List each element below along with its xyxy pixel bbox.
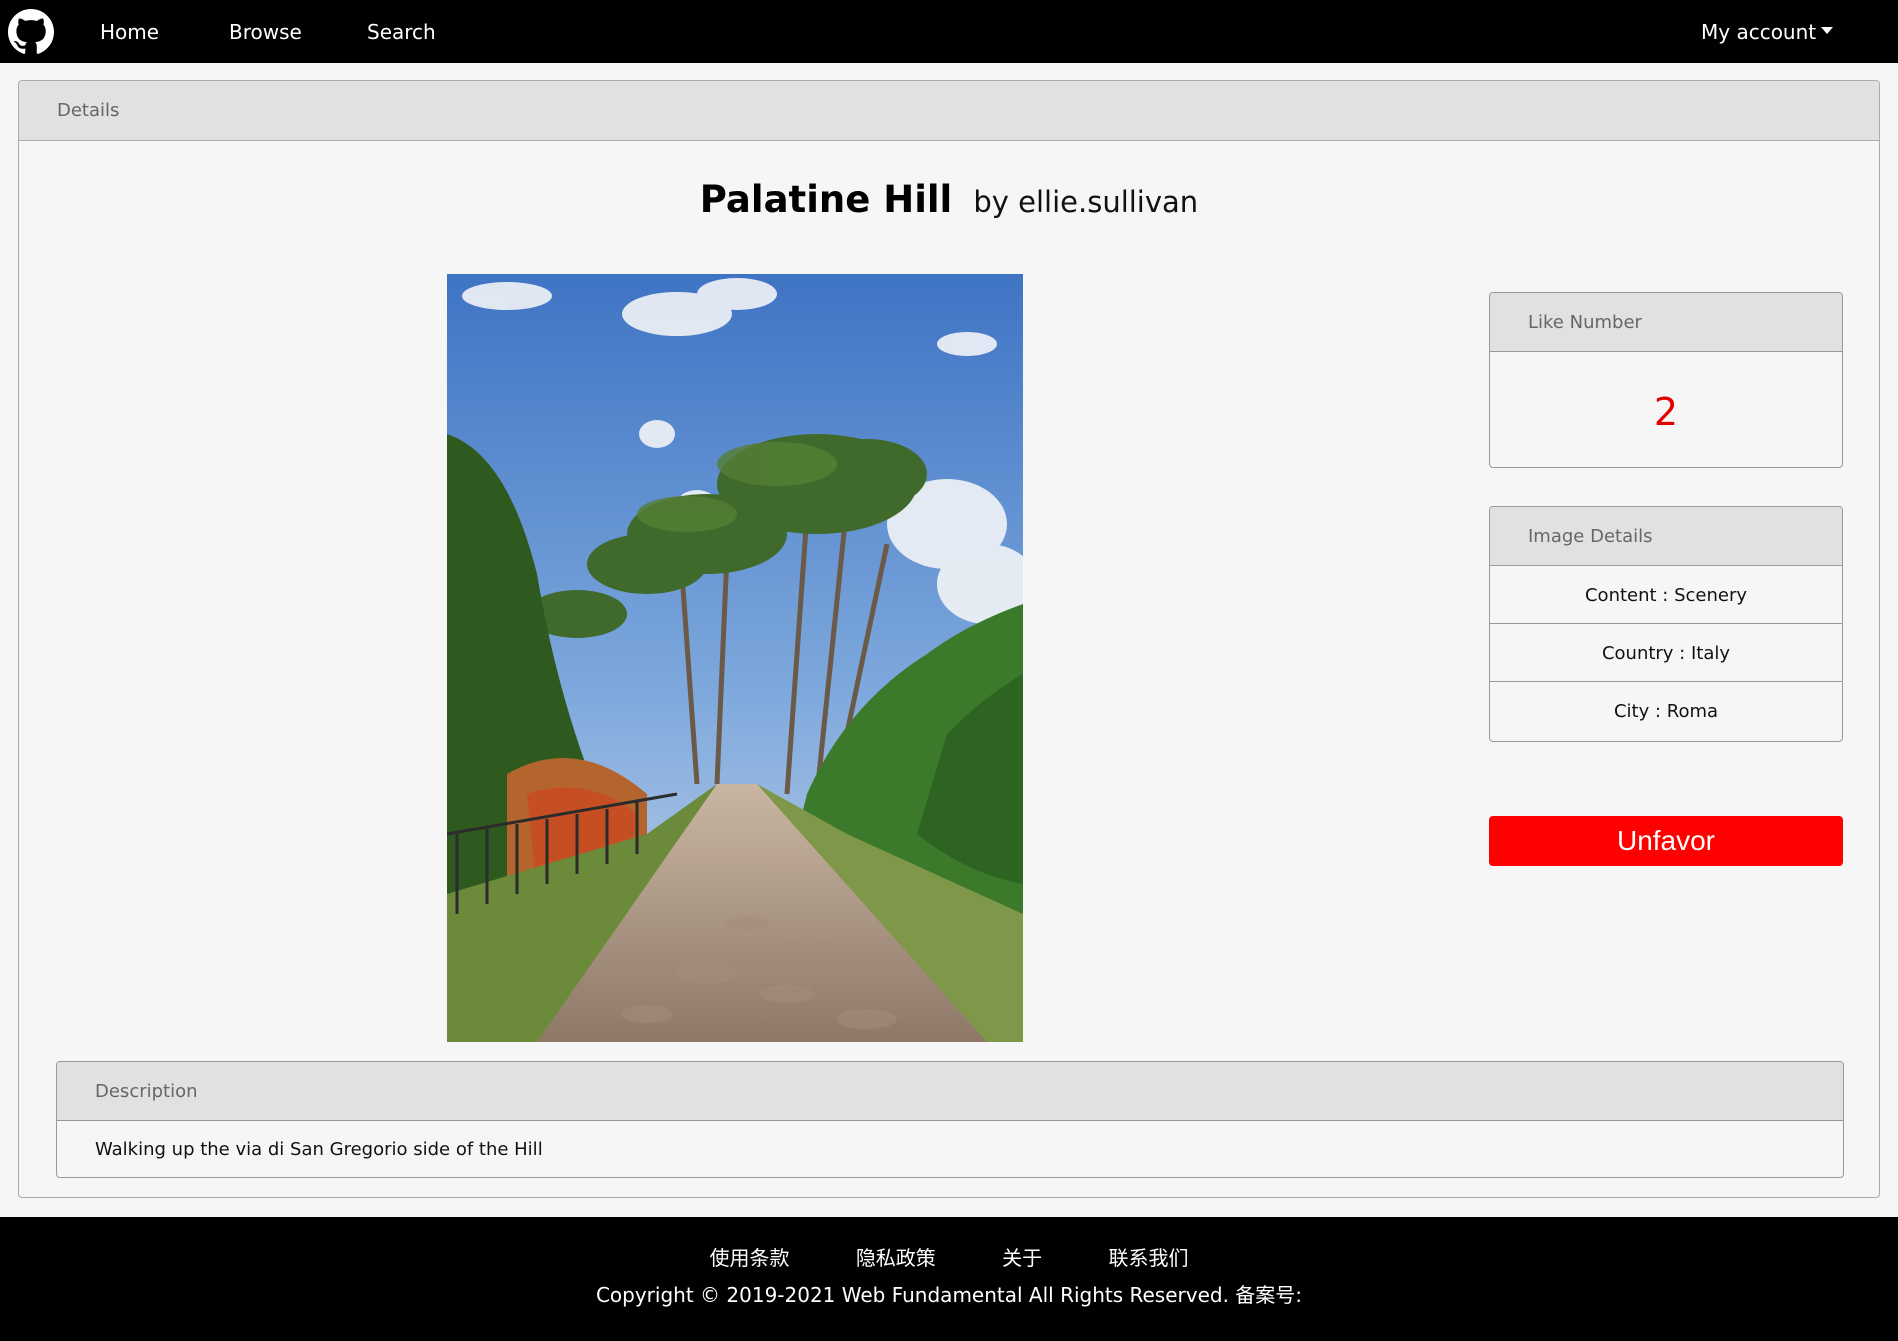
description-text: Walking up the via di San Gregorio side … — [95, 1139, 543, 1160]
landscape-photo — [447, 274, 1023, 1042]
detail-city: City : Roma — [1613, 701, 1719, 722]
image-details-header: Image Details — [1490, 507, 1842, 566]
nav-home-link[interactable]: Home — [100, 20, 159, 44]
caret-down-icon — [1821, 27, 1834, 34]
image-title: Palatine Hill — [699, 178, 953, 221]
details-card-header: Details — [19, 81, 1879, 141]
nav-browse-link[interactable]: Browse — [229, 20, 302, 44]
nav-search-link[interactable]: Search — [367, 20, 436, 44]
image-details-panel: Image Details Content : Scenery Country … — [1489, 506, 1843, 742]
description-header: Description — [57, 1062, 1843, 1121]
top-navbar: Home Browse Search My account — [0, 0, 1898, 63]
detail-content: Content : Scenery — [1490, 566, 1842, 624]
footer-link-privacy[interactable]: 隐私政策 — [856, 1246, 936, 1270]
footer-links: 使用条款 隐私政策 关于 联系我们 — [0, 1242, 1898, 1271]
my-account-dropdown[interactable]: My account — [1701, 20, 1834, 44]
title-row: Palatine Hill by ellie.sullivan — [19, 178, 1879, 221]
footer-link-about[interactable]: 关于 — [1002, 1246, 1042, 1270]
github-logo-icon[interactable] — [8, 9, 54, 55]
detail-country: Country : Italy — [1490, 624, 1842, 682]
footer-link-contact[interactable]: 联系我们 — [1109, 1246, 1189, 1270]
description-panel: Description Walking up the via di San Gr… — [56, 1061, 1844, 1178]
like-count: 2 — [1653, 390, 1679, 434]
unfavor-button[interactable]: Unfavor — [1489, 816, 1843, 866]
details-card: Details Palatine Hill by ellie.sullivan — [18, 80, 1880, 1198]
footer: 使用条款 隐私政策 关于 联系我们 Copyright © 2019-2021 … — [0, 1217, 1898, 1341]
footer-link-terms[interactable]: 使用条款 — [709, 1246, 789, 1270]
copyright-text: Copyright © 2019-2021 Web Fundamental Al… — [595, 1283, 1303, 1307]
my-account-label: My account — [1701, 20, 1817, 44]
like-number-header: Like Number — [1490, 293, 1842, 352]
image-author: by ellie.sullivan — [973, 185, 1199, 219]
like-number-panel: Like Number 2 — [1489, 292, 1843, 468]
